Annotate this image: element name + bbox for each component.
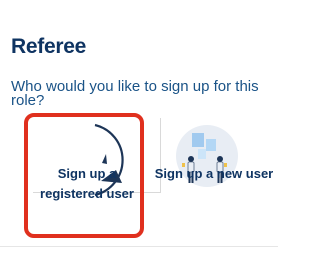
registered-user-label-line2: registered user	[40, 186, 134, 201]
registered-user-label-line1: Sign up a	[57, 166, 117, 181]
section-title: Referee	[11, 35, 86, 58]
signup-question: Who would you like to sign up for this r…	[11, 78, 259, 109]
bottom-divider	[0, 246, 278, 247]
new-user-label: Sign up a new user	[154, 166, 274, 181]
registered-user-label: Sign up a registered user	[0, 164, 174, 204]
role-signup-panel: Referee Who would you like to sign up fo…	[0, 0, 278, 254]
